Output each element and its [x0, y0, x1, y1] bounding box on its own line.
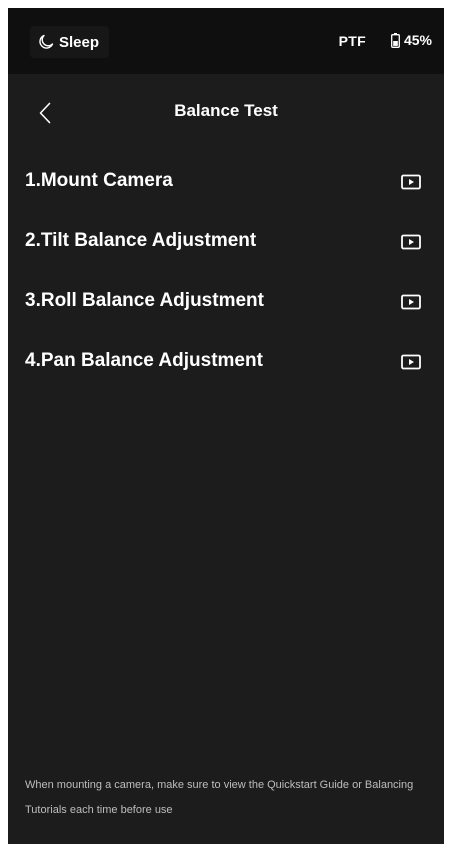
video-play-icon[interactable]	[401, 294, 421, 310]
moon-icon	[39, 34, 54, 49]
nav-header: Balance Test	[8, 74, 444, 152]
step-label: 4.Pan Balance Adjustment	[25, 350, 263, 371]
video-play-icon[interactable]	[401, 354, 421, 370]
battery-indicator: 45%	[391, 32, 432, 48]
sleep-label: Sleep	[59, 33, 100, 51]
step-item-roll-balance[interactable]: 3.Roll Balance Adjustment	[8, 272, 444, 332]
sleep-button[interactable]: Sleep	[30, 26, 110, 58]
footer-note: When mounting a camera, make sure to vie…	[25, 779, 414, 816]
step-label: 2.Tilt Balance Adjustment	[25, 230, 257, 251]
step-item-tilt-balance[interactable]: 2.Tilt Balance Adjustment	[8, 212, 444, 272]
step-label: 1.Mount Camera	[25, 170, 173, 191]
page-title: Balance Test	[174, 101, 278, 120]
step-label: 3.Roll Balance Adjustment	[25, 290, 264, 311]
battery-level: 45%	[403, 32, 432, 48]
video-play-icon[interactable]	[401, 174, 421, 190]
battery-icon	[391, 32, 400, 48]
steps-list: 1.Mount Camera 2.Tilt Balance Adjustment…	[8, 152, 444, 392]
step-item-pan-balance[interactable]: 4.Pan Balance Adjustment	[8, 332, 444, 392]
step-item-mount-camera[interactable]: 1.Mount Camera	[8, 152, 444, 212]
mode-label[interactable]: PTF	[339, 33, 366, 49]
video-play-icon[interactable]	[401, 234, 421, 250]
app-screen: Sleep PTF 45% Balance Test 1.Mount Camer…	[8, 8, 444, 844]
status-bar: Sleep PTF 45%	[8, 8, 444, 74]
